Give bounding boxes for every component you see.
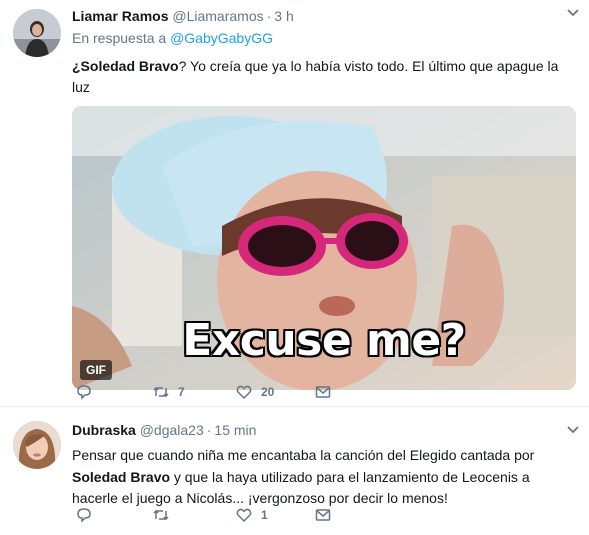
heart-icon	[236, 508, 252, 523]
avatar[interactable]	[13, 9, 61, 57]
separator: ·	[266, 8, 272, 24]
chevron-down-icon[interactable]	[565, 4, 581, 20]
reply-context: En respuesta a @GabyGabyGG	[72, 29, 579, 47]
tweet-text: ¿Soledad Bravo? Yo creía que ya lo había…	[72, 56, 579, 98]
gif-caption: Excuse me?	[182, 315, 466, 366]
tweet[interactable]: Liamar Ramos @Liamaramos · 3 h En respuest…	[0, 0, 589, 407]
avatar[interactable]	[13, 421, 61, 469]
tweet-text-bold: ¿Soledad Bravo	[72, 58, 179, 74]
author-name[interactable]: Dubraska	[72, 422, 136, 438]
retweet-count: 7	[178, 385, 185, 399]
tweet-text-part1: Pensar que cuando niña me encantaba la c…	[72, 447, 535, 463]
like-button[interactable]: 20	[235, 382, 274, 402]
direct-message-icon	[315, 509, 331, 521]
retweet-icon	[153, 386, 169, 398]
chevron-down-icon[interactable]	[565, 421, 581, 437]
retweet-icon	[153, 509, 169, 521]
tweet-header: Dubraska @dgala23 · 15 min	[72, 420, 579, 440]
retweet-button[interactable]	[152, 505, 178, 525]
author-handle[interactable]: @dgala23	[140, 422, 204, 438]
author-name[interactable]: Liamar Ramos	[72, 8, 168, 24]
gif-media[interactable]: Excuse me? GIF	[72, 106, 576, 390]
heart-icon	[236, 385, 252, 400]
retweet-button[interactable]: 7	[152, 382, 185, 402]
timestamp[interactable]: 3 h	[274, 8, 293, 24]
tweet-text: Pensar que cuando niña me encantaba la c…	[72, 445, 579, 510]
direct-message-button[interactable]	[314, 382, 332, 402]
separator: ·	[206, 422, 212, 438]
reply-button[interactable]	[75, 382, 101, 402]
reply-button[interactable]	[75, 505, 101, 525]
reply-mention-link[interactable]: @GabyGabyGG	[170, 30, 273, 46]
author-handle[interactable]: @Liamaramos	[172, 8, 263, 24]
tweet-text-bold: Soledad Bravo	[72, 468, 171, 485]
reply-icon	[77, 508, 91, 523]
like-button[interactable]: 1	[235, 505, 268, 525]
tweet[interactable]: Dubraska @dgala23 · 15 min Pensar que cuan…	[0, 407, 589, 535]
like-count: 1	[261, 508, 268, 522]
like-count: 20	[261, 385, 275, 399]
gif-badge: GIF	[80, 360, 112, 380]
timestamp[interactable]: 15 min	[214, 422, 256, 438]
direct-message-button[interactable]	[314, 505, 332, 525]
direct-message-icon	[315, 386, 331, 398]
reply-prefix: En respuesta a	[72, 30, 167, 46]
reply-icon	[77, 385, 91, 400]
tweet-header: Liamar Ramos @Liamaramos · 3 h	[72, 6, 579, 26]
